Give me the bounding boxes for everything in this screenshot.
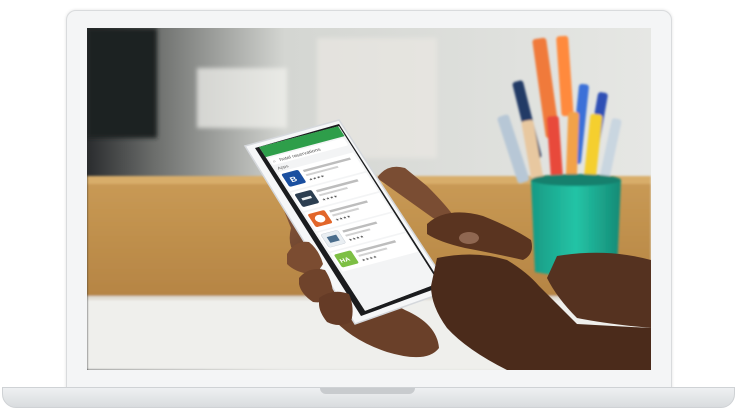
laptop-notch <box>320 388 415 394</box>
photo-scene: ⌕ hotel reservations Apps B ★★★★ ★★★★ ★★… <box>87 28 651 370</box>
laptop-screen: ⌕ hotel reservations Apps B ★★★★ ★★★★ ★★… <box>87 28 651 370</box>
